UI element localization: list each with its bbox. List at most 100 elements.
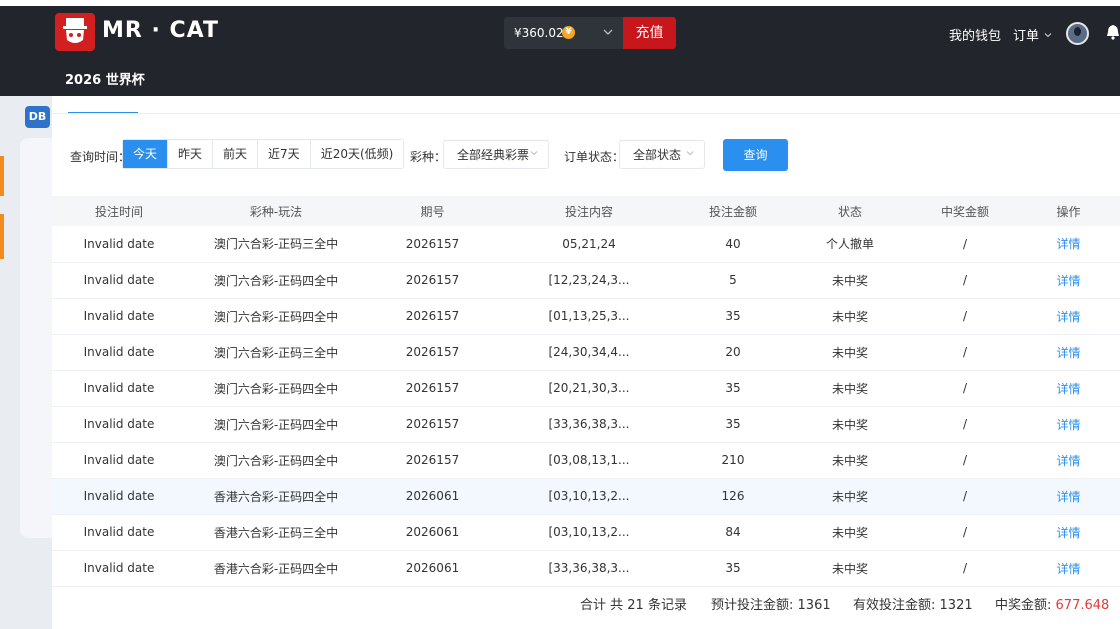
cell-content: [20,21,30,3... [499, 370, 679, 407]
cell-time: Invalid date [52, 514, 186, 551]
chevron-down-icon [529, 141, 539, 170]
status-select[interactable]: 全部状态 [619, 140, 705, 169]
world-cup-link[interactable]: 2026 世界杯 [65, 69, 145, 88]
cell-status: 未中奖 [787, 406, 913, 443]
lottery-select-value: 全部经典彩票 [457, 148, 530, 162]
coin-icon: ¥ [562, 26, 575, 39]
time-option-7days[interactable]: 近7天 [258, 140, 311, 168]
cell-amount: 35 [679, 550, 787, 587]
background-page: DB [0, 96, 52, 629]
cell-win: / [913, 442, 1017, 479]
cell-content: [12,23,24,3... [499, 262, 679, 299]
time-option-yesterday[interactable]: 昨天 [168, 140, 214, 168]
balance-selector[interactable]: ¥360.02 ¥ [504, 17, 624, 49]
column-header: 投注时间 [52, 196, 186, 226]
cell-amount: 40 [679, 226, 787, 263]
query-button[interactable]: 查询 [723, 139, 788, 171]
cell-amount: 35 [679, 370, 787, 407]
balance-amount: ¥360.02 [514, 26, 564, 40]
expected-bet-total: 预计投注金额: 1361 [711, 594, 831, 613]
total-records: 合计 共 21 条记录 [580, 598, 687, 613]
cell-amount: 20 [679, 334, 787, 371]
details-link[interactable]: 详情 [1017, 298, 1120, 335]
cell-content: [24,30,34,4... [499, 334, 679, 371]
cell-time: Invalid date [52, 406, 186, 443]
cell-time: Invalid date [52, 370, 186, 407]
details-link[interactable]: 详情 [1017, 334, 1120, 371]
table-row: Invalid date 澳门六合彩-正码四全中 2026157 [20,21,30,… [52, 370, 1120, 407]
column-header: 投注金额 [679, 196, 787, 226]
cell-win: / [913, 514, 1017, 551]
details-link[interactable]: 详情 [1017, 442, 1120, 479]
table-row: Invalid date 澳门六合彩-正码四全中 2026157 [01,13,25,… [52, 298, 1120, 335]
cell-game: 澳门六合彩-正码四全中 [186, 298, 366, 335]
win-value: 677.648 [1055, 598, 1110, 613]
summary-bar: 合计 共 21 条记录 预计投注金额: 1361 有效投注金额: 1321 中奖… [52, 583, 1120, 619]
cell-win: / [913, 298, 1017, 335]
valid-bet-label: 有效投注金额: [853, 598, 936, 613]
time-option-today[interactable]: 今天 [123, 140, 169, 168]
cell-win: / [913, 406, 1017, 443]
chevron-down-icon [1044, 33, 1052, 38]
cell-win: / [913, 226, 1017, 263]
column-header: 操作 [1017, 196, 1120, 226]
cell-issue: 2026157 [366, 298, 499, 335]
cell-status: 未中奖 [787, 478, 913, 515]
table-row: Invalid date 澳门六合彩-正码四全中 2026157 [33,36,38,… [52, 406, 1120, 443]
cell-status: 未中奖 [787, 514, 913, 551]
lottery-select[interactable]: 全部经典彩票 [443, 140, 549, 169]
background-card [20, 138, 52, 538]
chevron-down-icon [685, 141, 695, 170]
details-link[interactable]: 详情 [1017, 514, 1120, 551]
cell-amount: 35 [679, 298, 787, 335]
column-header: 期号 [366, 196, 499, 226]
details-link[interactable]: 详情 [1017, 262, 1120, 299]
cell-win: / [913, 262, 1017, 299]
cell-content: [03,08,13,1... [499, 442, 679, 479]
cell-win: / [913, 550, 1017, 587]
details-link[interactable]: 详情 [1017, 550, 1120, 587]
column-header: 投注内容 [499, 196, 679, 226]
table-row: Invalid date 香港六合彩-正码四全中 2026061 [03,10,13,… [52, 478, 1120, 515]
avatar[interactable] [1066, 22, 1089, 45]
cell-content: 05,21,24 [499, 226, 679, 263]
expected-bet-label: 预计投注金额: [711, 598, 794, 613]
time-option-day-before[interactable]: 前天 [213, 140, 259, 168]
details-link[interactable]: 详情 [1017, 370, 1120, 407]
details-link[interactable]: 详情 [1017, 226, 1120, 263]
bet-records-modal: 查询时间： 今天 昨天 前天 近7天 近20天(低频) 彩种： 全部经典彩票 订… [52, 96, 1120, 629]
active-tab-indicator [68, 112, 138, 113]
table-row: Invalid date 澳门六合彩-正码四全中 2026157 [12,23,24,… [52, 262, 1120, 299]
cat-logo-icon[interactable] [55, 13, 95, 51]
cell-issue: 2026157 [366, 370, 499, 407]
my-wallet-link[interactable]: 我的钱包 [949, 25, 1001, 44]
bell-icon[interactable] [1106, 24, 1120, 44]
cell-game: 澳门六合彩-正码四全中 [186, 442, 366, 479]
cell-time: Invalid date [52, 226, 186, 263]
cell-amount: 35 [679, 406, 787, 443]
details-link[interactable]: 详情 [1017, 406, 1120, 443]
cell-time: Invalid date [52, 478, 186, 515]
background-accent [0, 214, 4, 259]
status-select-value: 全部状态 [633, 148, 682, 162]
table-row: Invalid date 香港六合彩-正码三全中 2026061 [03,10,13,… [52, 514, 1120, 551]
column-header: 中奖金额 [913, 196, 1017, 226]
cell-issue: 2026157 [366, 406, 499, 443]
column-header: 状态 [787, 196, 913, 226]
cell-content: [33,36,38,3... [499, 550, 679, 587]
win-total: 中奖金额: 677.648 [995, 594, 1109, 613]
valid-bet-value: 1321 [939, 598, 973, 613]
orders-menu[interactable]: 订单 [1013, 25, 1053, 44]
db-badge: DB [25, 106, 50, 128]
cell-game: 澳门六合彩-正码三全中 [186, 226, 366, 263]
table-row: Invalid date 香港六合彩-正码四全中 2026061 [33,36,38,… [52, 550, 1120, 587]
brand-name[interactable]: MR · CAT [102, 18, 219, 43]
recharge-button[interactable]: 充值 [623, 17, 676, 49]
cell-status: 未中奖 [787, 298, 913, 335]
details-link[interactable]: 详情 [1017, 478, 1120, 515]
cell-amount: 5 [679, 262, 787, 299]
time-option-20days[interactable]: 近20天(低频) [310, 140, 404, 168]
cell-content: [03,10,13,2... [499, 478, 679, 515]
cell-game: 澳门六合彩-正码四全中 [186, 262, 366, 299]
cell-status: 未中奖 [787, 262, 913, 299]
